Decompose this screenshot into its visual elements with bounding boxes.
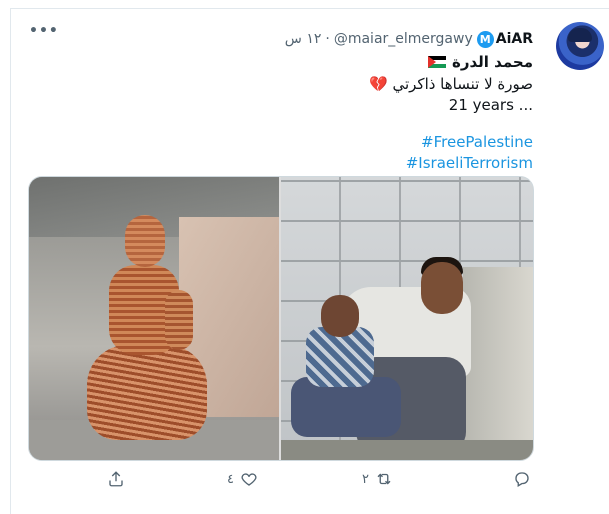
hashtag-link[interactable]: #FreePalestine [421, 133, 533, 151]
like-count: ٤ [227, 471, 234, 487]
share-button[interactable] [107, 470, 131, 488]
reply-button[interactable] [513, 470, 537, 488]
tweet-line1-text: صورة لا تنساها ذاكرتي [392, 75, 533, 93]
tweet-card[interactable]: ••• ١٢ س · @maiar_elmergawy M AiAR محمد … [10, 8, 609, 514]
reply-icon [515, 472, 529, 487]
hashtag-link[interactable]: #IsraeliTerrorism [406, 154, 533, 172]
badge-icon: M [476, 30, 494, 48]
tweet-name-text: محمد الدرة [452, 53, 533, 71]
like-button[interactable]: ٤ [227, 470, 258, 488]
avatar[interactable] [556, 22, 604, 70]
tweet-header: ١٢ س · @maiar_elmergawy M AiAR [285, 29, 533, 49]
display-name-text: AiAR [495, 31, 533, 47]
retweet-count: ٢ [362, 471, 369, 487]
more-options-icon[interactable]: ••• [29, 23, 59, 39]
tweet-first-line: محمد الدرة [428, 52, 533, 72]
broken-heart-icon: 💔 [369, 75, 388, 93]
heart-icon [241, 473, 257, 486]
media-image-right[interactable] [281, 177, 533, 460]
user-handle[interactable]: @maiar_elmergawy [334, 31, 473, 47]
share-icon [109, 471, 123, 487]
media-image-left[interactable] [29, 177, 280, 460]
tweet-text-line-1: 💔 صورة لا تنساها ذاكرتي [369, 75, 533, 93]
retweet-button[interactable]: ٢ [362, 470, 393, 488]
separator-dot: · [325, 31, 330, 47]
tweet-media[interactable] [28, 176, 534, 461]
tweet-text-line-2: 21 years ... [448, 96, 533, 114]
tweet-actions: ٤ ٢ [10, 462, 609, 498]
tweet-time[interactable]: ١٢ س [285, 31, 322, 47]
retweet-icon [377, 473, 391, 485]
display-name[interactable]: M AiAR [476, 30, 533, 48]
palestine-flag-icon [428, 56, 447, 68]
